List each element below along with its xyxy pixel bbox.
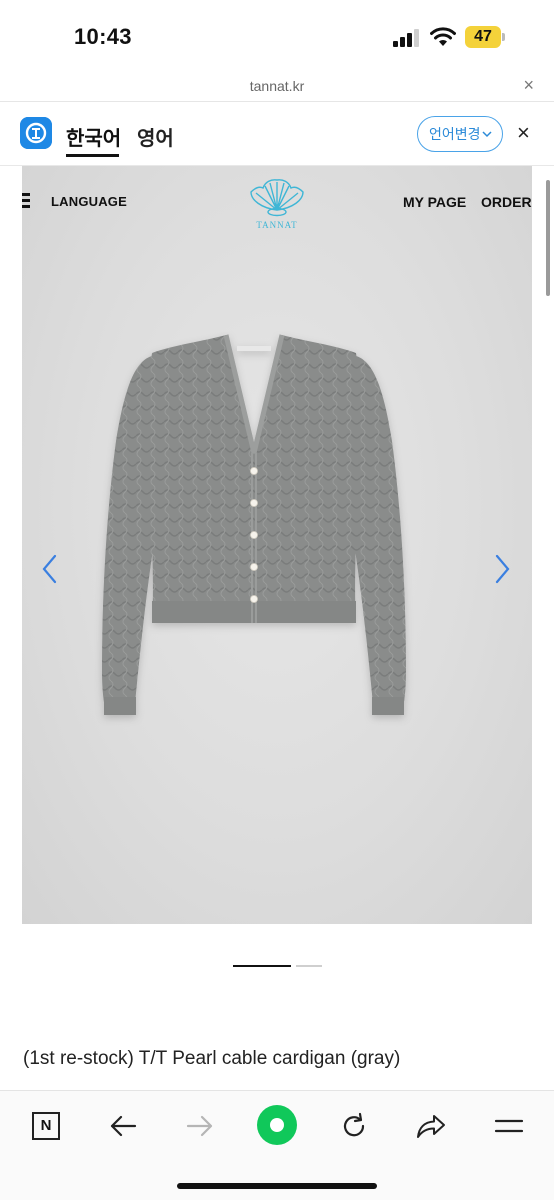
- translate-bar: 한국어 영어 언어변경 ×: [0, 102, 554, 166]
- arrow-right-icon: [186, 1115, 213, 1137]
- status-bar: 10:43 47: [0, 0, 554, 72]
- battery-icon: 47: [465, 26, 505, 48]
- chevron-down-icon: [482, 117, 492, 164]
- product-gallery[interactable]: LANGUAGE TANNAT MY PAGE ORDER: [22, 166, 532, 924]
- logo-text: TANNAT: [256, 220, 297, 230]
- naver-home-button[interactable]: N: [29, 1109, 63, 1143]
- previous-slide-arrow-icon[interactable]: [40, 554, 60, 584]
- arrow-left-icon: [110, 1115, 137, 1137]
- active-tab-underline: [66, 154, 119, 157]
- refresh-button[interactable]: [337, 1109, 371, 1143]
- page-scrollbar[interactable]: [546, 180, 550, 296]
- menu-button[interactable]: [492, 1109, 526, 1143]
- share-arrow-icon: [417, 1115, 445, 1138]
- home-indicator[interactable]: [177, 1183, 377, 1189]
- nav-order[interactable]: ORDER: [481, 194, 532, 210]
- product-title: (1st re-stock) T/T Pearl cable cardigan …: [23, 1048, 401, 1069]
- tab-korean[interactable]: 한국어: [66, 122, 121, 151]
- url-text[interactable]: tannat.kr: [0, 78, 554, 94]
- pager-dot[interactable]: [296, 965, 322, 967]
- nav-language[interactable]: LANGUAGE: [51, 194, 127, 209]
- change-language-button[interactable]: 언어변경: [417, 116, 503, 152]
- tab-english[interactable]: 영어: [137, 122, 174, 151]
- translate-app-icon: [20, 117, 52, 149]
- green-dot-icon: [270, 1118, 284, 1132]
- naver-n-icon: N: [32, 1112, 60, 1140]
- battery-level: 47: [474, 28, 492, 45]
- url-bar[interactable]: tannat.kr ×: [0, 72, 554, 102]
- change-language-label: 언어변경: [429, 126, 481, 142]
- wifi-icon: [430, 27, 456, 46]
- cellular-signal-icon: [393, 29, 421, 47]
- close-icon[interactable]: ×: [523, 75, 534, 96]
- close-translate-icon[interactable]: ×: [517, 120, 530, 146]
- nav-my-page[interactable]: MY PAGE: [403, 194, 466, 210]
- menu-lines-icon: [494, 1119, 524, 1133]
- forward-button[interactable]: [183, 1109, 217, 1143]
- next-slide-arrow-icon[interactable]: [492, 554, 512, 584]
- share-button[interactable]: [414, 1109, 448, 1143]
- site-header: LANGUAGE TANNAT MY PAGE ORDER: [22, 166, 532, 236]
- pager-dot-active[interactable]: [233, 965, 291, 967]
- green-dot-button[interactable]: [257, 1105, 297, 1145]
- status-time: 10:43: [74, 24, 132, 49]
- back-button[interactable]: [106, 1109, 140, 1143]
- tannat-logo[interactable]: TANNAT: [241, 174, 313, 230]
- hamburger-menu-icon[interactable]: [22, 193, 30, 208]
- refresh-icon: [343, 1112, 365, 1137]
- product-image-cardigan: [102, 334, 406, 715]
